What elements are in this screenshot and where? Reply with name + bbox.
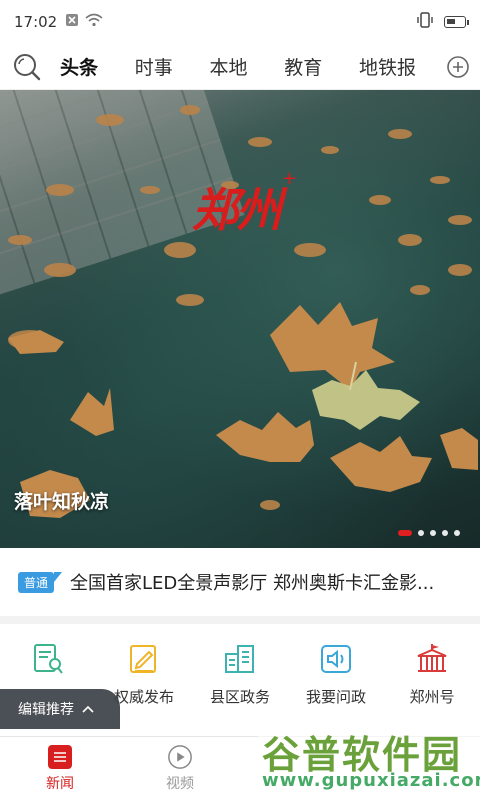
hero-logo-text: 郑州	[192, 183, 282, 237]
chevron-up-icon	[82, 702, 94, 716]
status-bar: 17:02	[0, 0, 480, 44]
quick-link-county-affairs[interactable]: 县区政务	[195, 642, 285, 707]
wifi-icon	[85, 13, 103, 31]
news-icon	[47, 744, 73, 770]
tab-local[interactable]: 本地	[203, 53, 253, 80]
carousel-dot[interactable]	[442, 530, 448, 536]
search-icon[interactable]	[0, 52, 54, 82]
tab-metro-news[interactable]: 地铁报	[353, 53, 422, 80]
nav-video[interactable]: 视频	[120, 737, 240, 800]
hero-carousel[interactable]: 郑州 + 落叶知秋凉	[0, 90, 480, 548]
top-tab-bar: 头条 时事 本地 教育 地铁报	[0, 44, 480, 90]
nav-video-label: 视频	[166, 776, 194, 792]
channel-tabs: 头条 时事 本地 教育 地铁报	[54, 53, 436, 80]
carousel-dot[interactable]	[454, 530, 460, 536]
carousel-dot[interactable]	[430, 530, 436, 536]
tab-current-affairs[interactable]: 时事	[129, 53, 179, 80]
quick-link-interview[interactable]	[3, 642, 93, 686]
news-ticker-headline[interactable]: 全国首家LED全景声影厅 郑州奥斯卡汇金影...	[70, 569, 462, 595]
quick-link-label: 权威发布	[113, 688, 174, 706]
close-box-icon	[65, 13, 79, 31]
news-ticker[interactable]: 普通 全国首家LED全景声影厅 郑州奥斯卡汇金影...	[0, 548, 480, 624]
carousel-indicator	[398, 530, 460, 536]
microphone-edit-icon	[31, 642, 65, 676]
carousel-dot[interactable]	[418, 530, 424, 536]
editor-recommend-toggle[interactable]: 编辑推荐	[0, 689, 120, 729]
nav-news[interactable]: 新闻	[0, 737, 120, 800]
quick-link-label: 县区政务	[209, 688, 270, 706]
watermark-url: www.gupuxiazai.com	[262, 770, 480, 791]
edit-doc-icon	[127, 642, 161, 676]
carousel-dot[interactable]	[398, 530, 412, 536]
vibrate-icon	[416, 12, 434, 32]
tab-education[interactable]: 教育	[278, 53, 328, 80]
buildings-icon	[223, 642, 257, 676]
pavilion-icon	[415, 642, 449, 676]
quick-link-ask-government[interactable]: 我要问政	[291, 642, 381, 707]
status-time: 17:02	[14, 13, 58, 31]
nav-news-label: 新闻	[46, 776, 74, 792]
tab-headlines[interactable]: 头条	[54, 53, 104, 80]
add-channel-icon[interactable]	[436, 55, 480, 79]
video-icon	[167, 744, 193, 770]
quick-link-label: 郑州号	[409, 688, 455, 706]
quick-link-label: 我要问政	[305, 688, 366, 706]
battery-icon	[444, 16, 469, 28]
hero-leaves-illustration	[8, 105, 478, 518]
speaker-icon	[319, 642, 353, 676]
editor-recommend-label: 编辑推荐	[18, 702, 74, 718]
hero-caption: 落叶知秋凉	[14, 491, 110, 513]
news-type-badge: 普通	[18, 571, 63, 593]
quick-link-zhengzhou-account[interactable]: 郑州号	[387, 642, 477, 707]
hero-logo-plus: +	[282, 168, 298, 189]
